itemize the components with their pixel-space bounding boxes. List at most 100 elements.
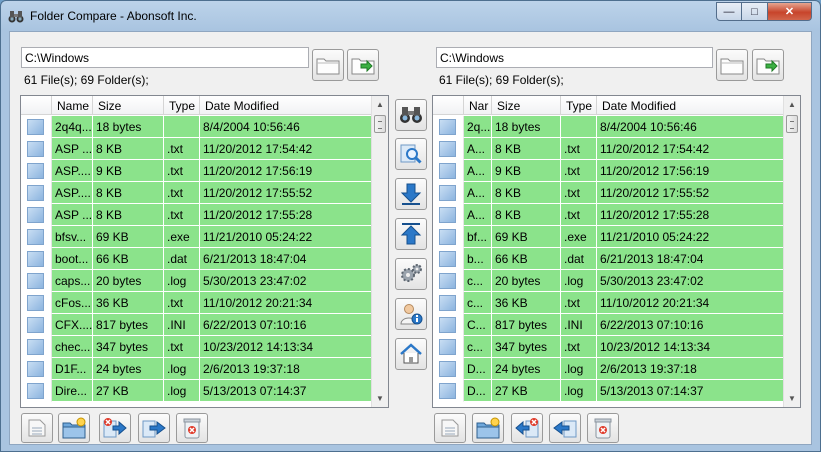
cell-name: b... xyxy=(464,248,492,270)
table-row[interactable]: boot... 66 KB .dat 6/21/2013 18:47:04 xyxy=(21,248,373,270)
table-row[interactable]: 2q... 18 bytes 8/4/2004 10:56:46 xyxy=(433,116,785,138)
move-up-button[interactable] xyxy=(395,218,427,250)
cell-name: A... xyxy=(464,138,492,160)
table-row[interactable]: ASP.... 8 KB .txt 11/20/2012 17:55:52 xyxy=(21,182,373,204)
right-vertical-scrollbar[interactable]: ▲ ▼ xyxy=(783,96,800,407)
table-row[interactable]: c... 20 bytes .log 5/30/2013 23:47:02 xyxy=(433,270,785,292)
table-row[interactable]: D... 27 KB .log 5/13/2013 07:14:37 xyxy=(433,380,785,402)
right-file-counts: 61 File(s); 69 Folder(s); xyxy=(439,73,564,87)
table-row[interactable]: A... 9 KB .txt 11/20/2012 17:56:19 xyxy=(433,160,785,182)
table-row[interactable]: ASP ... 8 KB .txt 11/20/2012 17:54:42 xyxy=(21,138,373,160)
header-size[interactable]: Size xyxy=(492,96,561,115)
cell-size: 8 KB xyxy=(492,138,561,160)
left-move-delete-button[interactable] xyxy=(99,413,131,443)
cell-date: 11/20/2012 17:55:52 xyxy=(597,182,785,204)
minimize-button[interactable]: — xyxy=(716,2,742,21)
table-row[interactable]: C... 817 bytes .INI 6/22/2013 07:10:16 xyxy=(433,314,785,336)
right-copy-left-button[interactable] xyxy=(549,413,581,443)
table-row[interactable]: bfsv... 69 KB .exe 11/21/2010 05:24:22 xyxy=(21,226,373,248)
table-row[interactable]: bf... 69 KB .exe 11/21/2010 05:24:22 xyxy=(433,226,785,248)
scroll-thumb[interactable] xyxy=(786,115,798,133)
header-size[interactable]: Size xyxy=(93,96,164,115)
cell-date: 5/13/2013 07:14:37 xyxy=(200,380,373,402)
close-button[interactable]: ✕ xyxy=(768,2,812,21)
right-grid-body: 2q... 18 bytes 8/4/2004 10:56:46 A... 8 KB .t… xyxy=(433,116,785,402)
scroll-up-arrow[interactable]: ▲ xyxy=(784,96,800,113)
table-row[interactable]: c... 36 KB .txt 11/10/2012 20:21:34 xyxy=(433,292,785,314)
header-type[interactable]: Type xyxy=(561,96,597,115)
table-row[interactable]: ASP.... 9 KB .txt 11/20/2012 17:56:19 xyxy=(21,160,373,182)
table-row[interactable]: chec... 347 bytes .txt 10/23/2012 14:13:34 xyxy=(21,336,373,358)
compare-button[interactable] xyxy=(395,99,427,131)
table-row[interactable]: b... 66 KB .dat 6/21/2013 18:47:04 xyxy=(433,248,785,270)
right-file-grid[interactable]: Nar Size Type Date Modified 2q... 18 byte… xyxy=(432,95,801,408)
table-row[interactable]: A... 8 KB .txt 11/20/2012 17:54:42 xyxy=(433,138,785,160)
scroll-up-arrow[interactable]: ▲ xyxy=(372,96,388,113)
cell-size: 347 bytes xyxy=(93,336,164,358)
table-row[interactable]: cFos... 36 KB .txt 11/10/2012 20:21:34 xyxy=(21,292,373,314)
right-path-input[interactable] xyxy=(436,47,713,68)
right-move-delete-button[interactable] xyxy=(511,413,543,443)
table-row[interactable]: A... 8 KB .txt 11/20/2012 17:55:52 xyxy=(433,182,785,204)
left-delete-button[interactable] xyxy=(176,413,208,443)
header-date-modified[interactable]: Date Modified xyxy=(200,96,373,115)
find-differences-button[interactable] xyxy=(395,138,427,170)
header-name[interactable]: Name xyxy=(52,96,93,115)
cell-name: chec... xyxy=(52,336,93,358)
cell-type: .txt xyxy=(561,138,597,160)
scroll-thumb[interactable] xyxy=(374,115,386,133)
cell-name: c... xyxy=(464,292,492,314)
right-delete-button[interactable] xyxy=(587,413,619,443)
file-icon xyxy=(439,229,456,245)
left-path-input[interactable] xyxy=(21,47,309,68)
left-copy-right-button[interactable] xyxy=(138,413,170,443)
header-name[interactable]: Nar xyxy=(464,96,492,115)
table-row[interactable]: caps... 20 bytes .log 5/30/2013 23:47:02 xyxy=(21,270,373,292)
left-file-grid[interactable]: Name Size Type Date Modified 2q4q... 18 b… xyxy=(20,95,389,408)
table-row[interactable]: D... 24 bytes .log 2/6/2013 19:37:18 xyxy=(433,358,785,380)
left-new-folder-button[interactable] xyxy=(58,413,90,443)
table-row[interactable]: D1F... 24 bytes .log 2/6/2013 19:37:18 xyxy=(21,358,373,380)
table-row[interactable]: c... 347 bytes .txt 10/23/2012 14:13:34 xyxy=(433,336,785,358)
scroll-down-arrow[interactable]: ▼ xyxy=(372,390,388,407)
user-info-icon xyxy=(400,304,423,325)
cell-date: 11/20/2012 17:55:52 xyxy=(200,182,373,204)
cell-size: 36 KB xyxy=(93,292,164,314)
file-icon xyxy=(27,295,44,311)
file-type-cell xyxy=(21,204,52,226)
left-vertical-scrollbar[interactable]: ▲ ▼ xyxy=(371,96,388,407)
right-view-file-button[interactable] xyxy=(434,413,466,443)
folder-go-icon xyxy=(351,58,375,75)
cell-size: 8 KB xyxy=(492,204,561,226)
table-row[interactable]: CFX.... 817 bytes .INI 6/22/2013 07:10:16 xyxy=(21,314,373,336)
cell-name: bf... xyxy=(464,226,492,248)
file-type-cell xyxy=(433,358,464,380)
file-type-cell xyxy=(433,204,464,226)
right-browse-folder-button[interactable] xyxy=(716,49,748,81)
right-open-folder-button[interactable] xyxy=(752,49,784,81)
header-type[interactable]: Type xyxy=(164,96,200,115)
cell-date: 5/30/2013 23:47:02 xyxy=(597,270,785,292)
maximize-button[interactable]: □ xyxy=(742,2,768,21)
cell-name: C... xyxy=(464,314,492,336)
header-date-modified[interactable]: Date Modified xyxy=(597,96,785,115)
right-new-folder-button[interactable] xyxy=(472,413,504,443)
cell-size: 66 KB xyxy=(93,248,164,270)
table-row[interactable]: 2q4q... 18 bytes 8/4/2004 10:56:46 xyxy=(21,116,373,138)
home-button[interactable] xyxy=(395,338,427,370)
table-row[interactable]: Dire... 27 KB .log 5/13/2013 07:14:37 xyxy=(21,380,373,402)
file-icon xyxy=(439,119,456,135)
left-grid-header: Name Size Type Date Modified xyxy=(21,96,373,115)
title-bar[interactable]: Folder Compare - Abonsoft Inc. — □ ✕ xyxy=(1,1,820,31)
table-row[interactable]: ASP ... 8 KB .txt 11/20/2012 17:55:28 xyxy=(21,204,373,226)
file-type-cell xyxy=(433,248,464,270)
left-open-folder-button[interactable] xyxy=(347,49,379,81)
move-down-button[interactable] xyxy=(395,178,427,210)
scroll-down-arrow[interactable]: ▼ xyxy=(784,390,800,407)
table-row[interactable]: A... 8 KB .txt 11/20/2012 17:55:28 xyxy=(433,204,785,226)
left-browse-folder-button[interactable] xyxy=(312,49,344,81)
cell-type: .txt xyxy=(164,292,200,314)
about-button[interactable] xyxy=(395,298,427,330)
settings-button[interactable] xyxy=(395,258,427,290)
left-view-file-button[interactable] xyxy=(21,413,53,443)
